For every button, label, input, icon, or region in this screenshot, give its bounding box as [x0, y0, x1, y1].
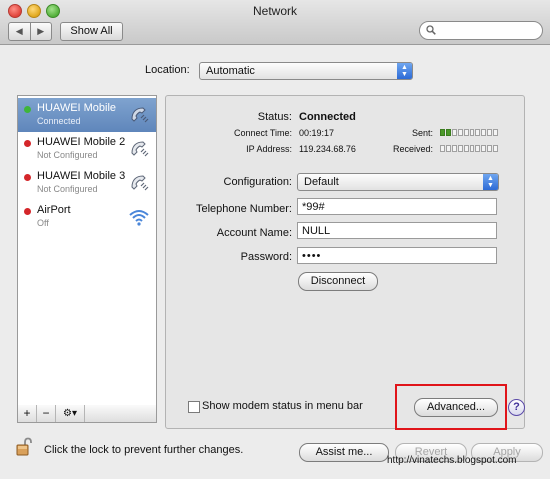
disconnect-button[interactable]: Disconnect [298, 272, 378, 291]
status-dot-icon [24, 208, 31, 215]
service-item-huawei-mobile-2[interactable]: HUAWEI Mobile 2 Not Configured [18, 132, 156, 166]
lock-icon[interactable] [16, 437, 32, 456]
ip-address-value: 119.234.68.76 [299, 144, 356, 154]
add-service-button[interactable]: + [18, 405, 37, 422]
wifi-icon [129, 210, 149, 226]
configuration-value: Default [304, 176, 339, 188]
meter-segment [440, 129, 445, 136]
meter-segment [469, 129, 475, 136]
received-meter [440, 145, 499, 152]
show-modem-status-checkbox[interactable] [188, 401, 200, 413]
popup-arrows-icon: ▲ ▼ [397, 63, 412, 79]
telephone-number-label: Telephone Number: [195, 203, 292, 215]
forward-button[interactable]: ▶ [31, 23, 52, 40]
sent-meter [440, 129, 499, 136]
meter-segment [451, 129, 457, 136]
meter-segment [463, 145, 469, 152]
account-name-label: Account Name: [216, 227, 292, 239]
advanced-button[interactable]: Advanced... [414, 398, 498, 417]
search-icon [426, 25, 436, 35]
watermark-text: http://vinatechs.blogspot.com [387, 455, 517, 466]
service-list-toolbar: + − ⚙▾ [17, 405, 157, 423]
connect-time-label: Connect Time: [233, 128, 292, 138]
configuration-label: Configuration: [223, 176, 293, 188]
phone-modem-icon [131, 175, 149, 191]
meter-segment [469, 145, 475, 152]
account-name-field[interactable]: NULL [297, 222, 497, 239]
status-dot-icon [24, 106, 31, 113]
meter-segment [487, 145, 493, 152]
show-all-button[interactable]: Show All [60, 22, 123, 41]
meter-segment [487, 129, 493, 136]
telephone-number-field[interactable]: *99# [297, 198, 497, 215]
back-button[interactable]: ◀ [9, 23, 31, 40]
title-bar: Network ◀ ▶ Show All [0, 0, 550, 45]
location-popup[interactable]: Automatic ▲ ▼ [199, 62, 413, 80]
service-item-huawei-mobile-3[interactable]: HUAWEI Mobile 3 Not Configured [18, 166, 156, 200]
meter-segment [475, 145, 481, 152]
connect-time-value: 00:19:17 [299, 128, 335, 138]
configuration-popup[interactable]: Default ▲ ▼ [297, 173, 499, 191]
meter-segment [445, 129, 451, 136]
sent-label: Sent: [411, 128, 433, 138]
meter-segment [463, 129, 469, 136]
meter-segment [481, 129, 487, 136]
meter-segment [451, 145, 457, 152]
back-forward-buttons: ◀ ▶ [8, 22, 52, 41]
remove-service-button[interactable]: − [37, 405, 56, 422]
status-label: Status: [257, 111, 292, 123]
service-name: HUAWEI Mobile 2 [37, 136, 126, 148]
meter-segment [493, 129, 499, 136]
service-list: HUAWEI Mobile Connected HUAWEI Mobile 2 … [17, 95, 157, 407]
service-name: AirPort [37, 204, 71, 216]
status-value: Connected [299, 111, 356, 123]
meter-segment [481, 145, 487, 152]
show-modem-status-label: Show modem status in menu bar [202, 400, 363, 412]
meter-segment [445, 145, 451, 152]
gear-action-button[interactable]: ⚙▾ [56, 405, 85, 422]
service-status: Off [37, 218, 49, 228]
service-status: Not Configured [37, 150, 98, 160]
ip-address-label: IP Address: [246, 144, 292, 154]
location-value: Automatic [206, 65, 255, 77]
status-dot-icon [24, 140, 31, 147]
popup-arrows-icon: ▲ ▼ [483, 174, 498, 190]
location-label: Location: [145, 64, 190, 76]
service-item-airport[interactable]: AirPort Off [18, 200, 156, 234]
lock-message: Click the lock to prevent further change… [44, 444, 244, 456]
meter-segment [457, 129, 463, 136]
status-dot-icon [24, 174, 31, 181]
password-label: Password: [240, 251, 292, 263]
meter-segment [440, 145, 445, 152]
window-title: Network [252, 4, 297, 18]
meter-segment [475, 129, 481, 136]
service-name: HUAWEI Mobile [37, 102, 117, 114]
service-status: Not Configured [37, 184, 98, 194]
password-field[interactable]: •••• [297, 247, 497, 264]
phone-modem-icon [131, 141, 149, 157]
phone-modem-icon [131, 107, 149, 123]
search-field[interactable] [419, 21, 543, 40]
service-name: HUAWEI Mobile 3 [37, 170, 126, 182]
assist-me-button[interactable]: Assist me... [299, 443, 389, 462]
received-label: Received: [392, 144, 433, 154]
meter-segment [457, 145, 463, 152]
meter-segment [493, 145, 499, 152]
service-status: Connected [37, 116, 81, 126]
network-preferences-window: Network ◀ ▶ Show All Location: Automatic… [0, 0, 550, 479]
service-item-huawei-mobile[interactable]: HUAWEI Mobile Connected [18, 98, 156, 132]
help-button[interactable]: ? [508, 399, 525, 416]
